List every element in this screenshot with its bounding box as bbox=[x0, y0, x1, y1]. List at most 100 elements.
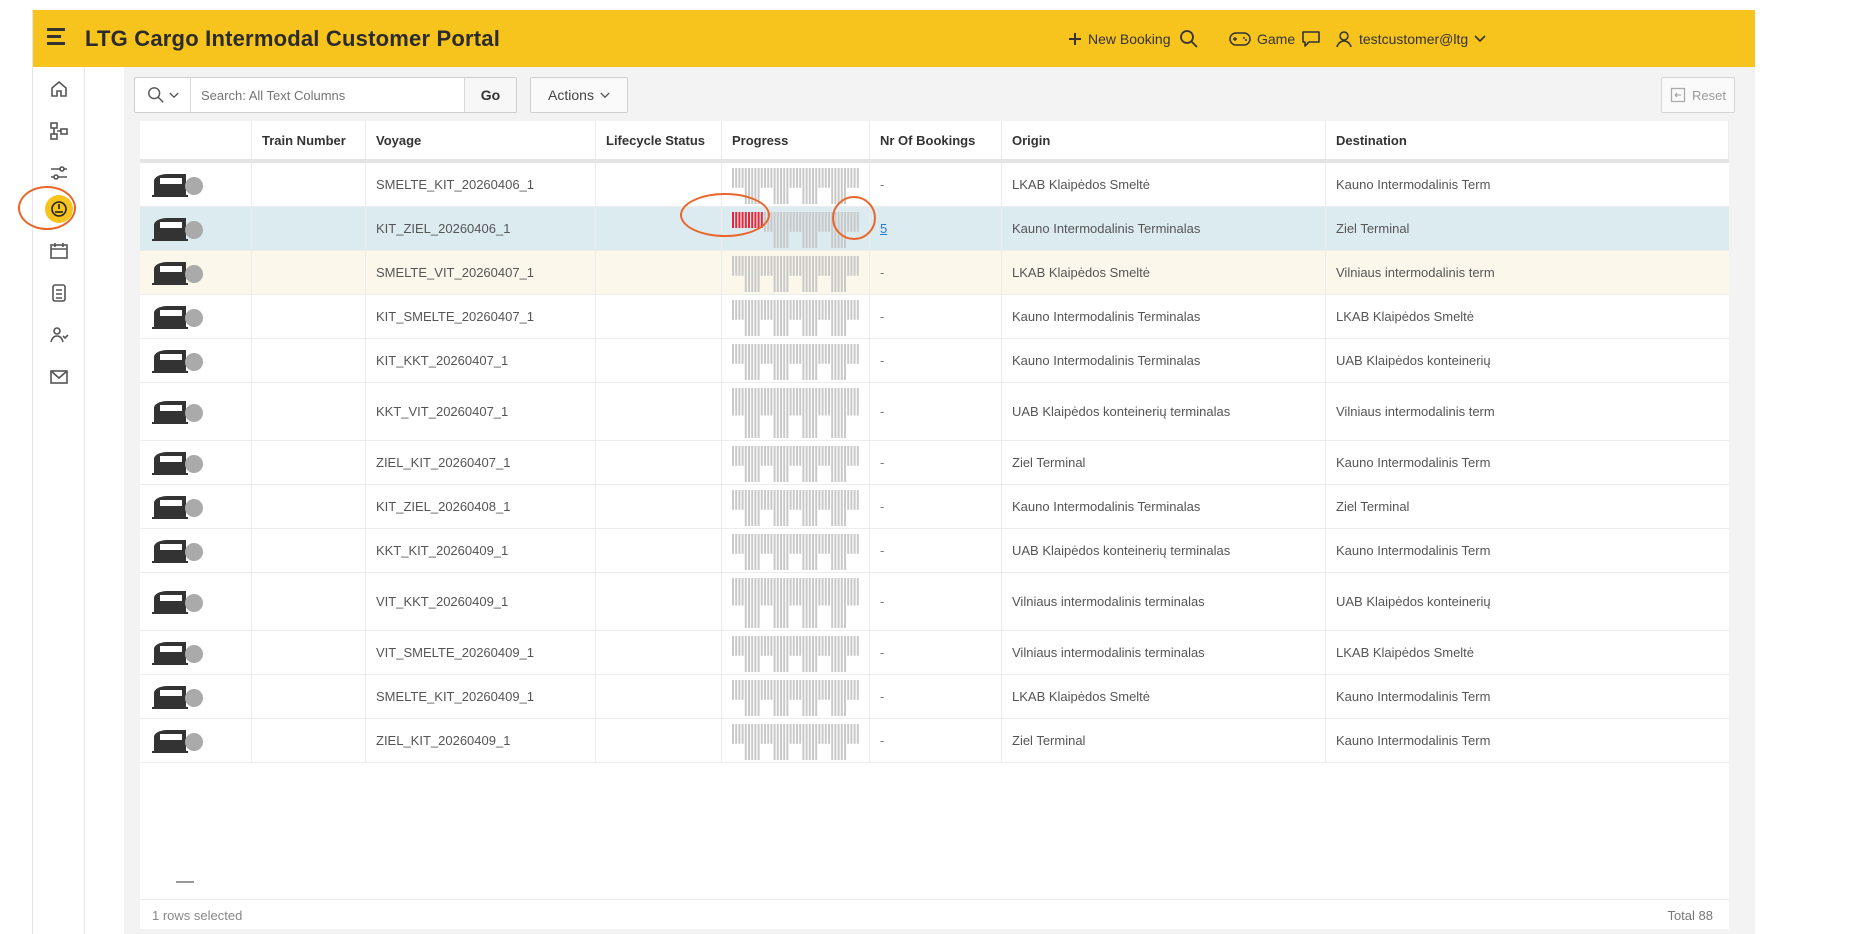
search-input[interactable] bbox=[191, 80, 411, 110]
origin-cell: Kauno Intermodalinis Terminalas bbox=[1002, 295, 1326, 338]
lifecycle-status-cell bbox=[596, 631, 722, 674]
voyage-cell: SMELTE_KIT_20260406_1 bbox=[366, 163, 596, 206]
table-row[interactable]: VIT_KKT_20260409_1 - Vilniaus intermodalin… bbox=[140, 573, 1729, 631]
actions-button[interactable]: Actions bbox=[530, 77, 628, 113]
destination-cell: Kauno Intermodalinis Term bbox=[1336, 177, 1491, 192]
progress-bar bbox=[732, 635, 859, 672]
lifecycle-status-cell bbox=[596, 383, 722, 440]
progress-cell bbox=[722, 631, 870, 674]
train-number-cell bbox=[252, 573, 366, 630]
gamepad-icon bbox=[1229, 31, 1251, 46]
train-number-cell bbox=[252, 339, 366, 382]
train-number-cell bbox=[252, 207, 366, 250]
progress-bar bbox=[732, 489, 859, 526]
progress-cell bbox=[722, 339, 870, 382]
column-header-progress[interactable]: Progress bbox=[722, 121, 870, 159]
voyage-cell: KIT_ZIEL_20260408_1 bbox=[366, 485, 596, 528]
bookings-cell: - bbox=[870, 251, 1002, 294]
origin-cell: UAB Klaipėdos konteinerių terminalas bbox=[1002, 529, 1326, 572]
destination-cell: Ziel Terminal bbox=[1336, 499, 1410, 514]
progress-cell bbox=[722, 485, 870, 528]
nav-item-messages[interactable] bbox=[33, 357, 85, 397]
bookings-cell[interactable]: 5 bbox=[870, 207, 1002, 250]
table-row[interactable]: KIT_ZIEL_20260408_1 - Kauno Intermodalinis… bbox=[140, 485, 1729, 529]
bookings-value: - bbox=[880, 404, 885, 419]
table-row[interactable]: ZIEL_KIT_20260407_1 - Ziel Terminal Kauno I… bbox=[140, 441, 1729, 485]
lifecycle-status-cell bbox=[596, 251, 722, 294]
origin-cell: Ziel Terminal bbox=[1002, 719, 1326, 762]
progress-bar bbox=[732, 445, 859, 482]
train-icon bbox=[152, 729, 203, 753]
column-header-icon bbox=[140, 121, 252, 159]
table-row[interactable]: SMELTE_KIT_20260409_1 - LKAB Klaipėdos Sme… bbox=[140, 675, 1729, 719]
nav-item-network[interactable] bbox=[33, 111, 85, 151]
search-column-menu[interactable] bbox=[135, 78, 191, 112]
bookings-value: - bbox=[880, 265, 885, 280]
lifecycle-status-cell bbox=[596, 441, 722, 484]
go-button[interactable]: Go bbox=[464, 78, 516, 112]
menu-toggle-icon[interactable] bbox=[47, 28, 69, 48]
lifecycle-status-cell bbox=[596, 485, 722, 528]
train-icon bbox=[152, 400, 203, 424]
search-button[interactable] bbox=[1179, 10, 1205, 67]
user-icon bbox=[1336, 30, 1352, 47]
bookings-value: - bbox=[880, 645, 885, 660]
table-row[interactable]: SMELTE_VIT_20260407_1 - LKAB Klaipėdos Sme… bbox=[140, 251, 1729, 295]
plus-icon bbox=[1069, 32, 1081, 45]
table-row[interactable]: KIT_ZIEL_20260406_1 5 Kauno Intermodalinis… bbox=[140, 207, 1729, 251]
train-icon-cell bbox=[140, 251, 252, 294]
user-menu-button[interactable]: testcustomer@ltg bbox=[1335, 10, 1492, 67]
train-icon-cell bbox=[140, 295, 252, 338]
nav-item-calendar[interactable] bbox=[33, 231, 85, 271]
new-booking-button[interactable]: New Booking bbox=[1068, 10, 1171, 67]
nav-item-documents[interactable] bbox=[33, 273, 85, 313]
bookings-link[interactable]: 5 bbox=[880, 221, 887, 236]
nav-item-home[interactable] bbox=[33, 69, 85, 109]
table-row[interactable]: ZIEL_KIT_20260409_1 - Ziel Terminal Kauno I… bbox=[140, 719, 1729, 763]
table-row[interactable]: KKT_VIT_20260407_1 - UAB Klaipėdos kontein… bbox=[140, 383, 1729, 441]
train-icon-partial bbox=[176, 881, 194, 883]
lifecycle-status-cell bbox=[596, 529, 722, 572]
progress-cell bbox=[722, 573, 870, 630]
bookings-cell: - bbox=[870, 529, 1002, 572]
lifecycle-status-cell bbox=[596, 163, 722, 206]
bookings-value: - bbox=[880, 543, 885, 558]
voyage-cell: KIT_KKT_20260407_1 bbox=[366, 339, 596, 382]
column-header-origin[interactable]: Origin bbox=[1002, 121, 1326, 159]
column-header-nr-of-bookings[interactable]: Nr Of Bookings bbox=[870, 121, 1002, 159]
train-icon-cell bbox=[140, 339, 252, 382]
train-number-cell bbox=[252, 163, 366, 206]
sidebar bbox=[33, 67, 85, 934]
column-header-lifecycle-status[interactable]: Lifecycle Status bbox=[596, 121, 722, 159]
nav-item-dashboard[interactable] bbox=[33, 189, 85, 229]
table-row[interactable]: KIT_KKT_20260407_1 - Kauno Intermodalinis … bbox=[140, 339, 1729, 383]
table-row[interactable]: KKT_KIT_20260409_1 - UAB Klaipėdos kontein… bbox=[140, 529, 1729, 573]
table-footer: 1 rows selected Total 88 bbox=[140, 899, 1729, 929]
nav-item-users[interactable] bbox=[33, 315, 85, 355]
table-row[interactable]: SMELTE_KIT_20260406_1 - LKAB Klaipėdos Sme… bbox=[140, 163, 1729, 207]
nav-item-settings[interactable] bbox=[33, 153, 85, 193]
voyage-cell: ZIEL_KIT_20260409_1 bbox=[366, 719, 596, 762]
search-bar: Go bbox=[134, 77, 517, 113]
table-row[interactable]: VIT_SMELTE_20260409_1 - Vilniaus intermoda… bbox=[140, 631, 1729, 675]
bookings-cell: - bbox=[870, 675, 1002, 718]
reset-icon bbox=[1670, 87, 1686, 103]
train-icon bbox=[152, 451, 203, 475]
column-header-train-number[interactable]: Train Number bbox=[252, 121, 366, 159]
chat-button[interactable] bbox=[1301, 10, 1327, 67]
chevron-down-icon bbox=[600, 92, 610, 98]
game-button[interactable]: Game bbox=[1229, 10, 1295, 67]
app-title: LTG Cargo Intermodal Customer Portal bbox=[85, 26, 501, 51]
bookings-cell: - bbox=[870, 573, 1002, 630]
reset-button[interactable]: Reset bbox=[1661, 77, 1735, 113]
dashboard-icon bbox=[51, 201, 67, 217]
column-header-voyage[interactable]: Voyage bbox=[366, 121, 596, 159]
search-icon bbox=[1180, 29, 1198, 48]
train-icon-cell bbox=[140, 207, 252, 250]
column-header-destination[interactable]: Destination bbox=[1326, 121, 1729, 159]
table-row[interactable]: KIT_SMELTE_20260407_1 - Kauno Intermodalin… bbox=[140, 295, 1729, 339]
progress-bar bbox=[732, 255, 859, 292]
destination-cell: LKAB Klaipėdos Smeltė bbox=[1336, 309, 1475, 324]
progress-bar bbox=[732, 211, 859, 248]
progress-bar bbox=[732, 343, 859, 380]
